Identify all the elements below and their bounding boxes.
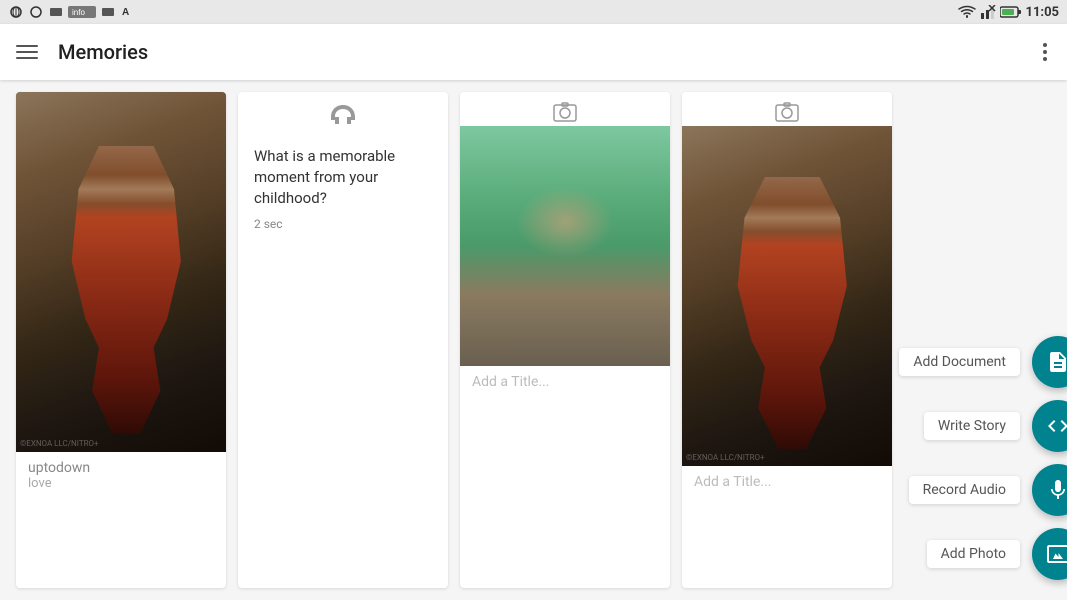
- a-icon: A: [120, 6, 136, 18]
- add-document-button[interactable]: [1032, 336, 1067, 388]
- card-3-image: [460, 126, 670, 366]
- card-1-image: ©EXNOA LLC/NITRO+: [16, 92, 226, 452]
- card-2-content: What is a memorable moment from your chi…: [238, 130, 448, 588]
- info-icon: info: [68, 6, 96, 18]
- record-audio-button[interactable]: [1032, 464, 1067, 516]
- fab-area: Add Document Write Story Record Audio: [904, 92, 1067, 588]
- add-document-label: Add Document: [899, 348, 1020, 376]
- card-4-title-placeholder: Add a Title...: [694, 474, 771, 490]
- fab-row-document: Add Document: [899, 336, 1067, 388]
- globe-icon: [8, 6, 24, 18]
- status-right-icons: 11:05: [958, 5, 1060, 20]
- main-content: ©EXNOA LLC/NITRO+ uptodown love What is …: [0, 80, 1067, 600]
- cards-area: ©EXNOA LLC/NITRO+ uptodown love What is …: [16, 92, 892, 588]
- memory-card-3[interactable]: Add a Title...: [460, 92, 670, 588]
- square2-icon: [100, 6, 116, 18]
- card-4-image: ©EXNOA LLC/NITRO+: [682, 126, 892, 466]
- image-icon: [1046, 542, 1067, 566]
- card-duration: 2 sec: [254, 217, 432, 231]
- app-title: Memories: [58, 40, 1039, 64]
- photo-icon-4: [682, 92, 892, 126]
- card-4-overlay: [682, 126, 892, 466]
- battery-icon: [1000, 5, 1022, 19]
- write-story-button[interactable]: [1032, 400, 1067, 452]
- card-question: What is a memorable moment from your chi…: [254, 146, 432, 209]
- headphones-icon: [238, 92, 448, 130]
- add-photo-button[interactable]: [1032, 528, 1067, 580]
- card-1-title: uptodown: [28, 460, 214, 476]
- svg-text:A: A: [122, 7, 129, 18]
- app-bar: Memories: [0, 24, 1067, 80]
- record-audio-label: Record Audio: [909, 476, 1020, 504]
- card-1-overlay: [16, 92, 226, 452]
- square-icon: [48, 6, 64, 18]
- photo-icon-3: [460, 92, 670, 126]
- card-4-footer: Add a Title...: [682, 466, 892, 498]
- write-story-label: Write Story: [924, 412, 1020, 440]
- text-icon: [1046, 414, 1067, 438]
- fab-row-photo: Add Photo: [927, 528, 1067, 580]
- fab-row-audio: Record Audio: [909, 464, 1067, 516]
- memory-card-1[interactable]: ©EXNOA LLC/NITRO+ uptodown love: [16, 92, 226, 588]
- card-1-footer: uptodown love: [16, 452, 226, 499]
- clock: 11:05: [1026, 5, 1060, 20]
- card-3-title-placeholder: Add a Title...: [472, 374, 549, 390]
- card-1-subtitle: love: [28, 476, 214, 491]
- more-options-button[interactable]: [1039, 39, 1051, 65]
- hamburger-menu-button[interactable]: [16, 45, 38, 59]
- card-3-footer: Add a Title...: [460, 366, 670, 398]
- memory-card-4[interactable]: ©EXNOA LLC/NITRO+ Add a Title...: [682, 92, 892, 588]
- mic-icon: [1046, 478, 1067, 502]
- document-icon: [1046, 350, 1067, 374]
- status-bar: info A 11:05: [0, 0, 1067, 24]
- circle-icon: [28, 6, 44, 18]
- memory-card-2[interactable]: What is a memorable moment from your chi…: [238, 92, 448, 588]
- svg-text:info: info: [72, 8, 85, 17]
- add-photo-label: Add Photo: [927, 540, 1020, 568]
- status-left-icons: info A: [8, 6, 136, 18]
- fab-row-story: Write Story: [924, 400, 1067, 452]
- wifi-icon: [958, 5, 976, 19]
- signal-icon: [980, 5, 996, 19]
